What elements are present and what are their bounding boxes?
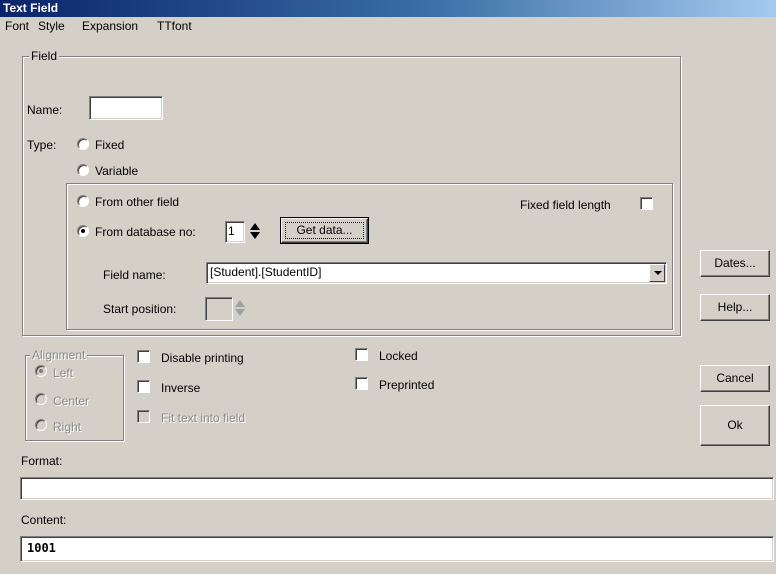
name-input[interactable] [89,96,163,120]
alignment-legend: Alignment [30,348,88,362]
from-database-radio[interactable] [77,225,89,237]
chevron-down-icon [654,271,662,275]
format-input[interactable] [20,477,774,500]
content-input[interactable]: 1001 [20,536,774,562]
align-left-radio [35,365,47,377]
spin-up-icon[interactable] [250,223,260,230]
menu-bar: Font Style Expansion TTfont [0,18,776,37]
field-group-legend: Field [29,49,60,63]
title-bar: Text Field [0,0,776,17]
fixed-field-length-checkbox[interactable] [640,197,653,210]
start-position-label: Start position: [103,302,177,316]
from-database-label: From database no: [95,225,196,239]
window-title: Text Field [3,1,59,15]
start-position-input[interactable] [205,297,233,321]
database-number-spinner[interactable] [249,223,261,240]
inverse-label: Inverse [161,381,201,395]
from-other-field-radio[interactable] [77,195,89,207]
align-right-radio [35,419,47,431]
content-label: Content: [21,513,67,527]
dates-button[interactable]: Dates... [700,250,770,277]
locked-label: Locked [379,349,418,363]
format-label: Format: [21,454,63,468]
database-number-input[interactable]: 1 [225,221,245,243]
spin-up-icon [235,300,245,307]
fit-text-checkbox [137,410,150,423]
type-variable-label: Variable [95,164,139,178]
field-name-combobox[interactable]: [Student].[StudentID] [206,262,667,284]
align-right-label: Right [53,420,82,434]
menu-style[interactable]: Style [37,18,66,37]
help-button[interactable]: Help... [700,294,770,321]
disable-printing-checkbox[interactable] [137,350,150,363]
menu-ttfont[interactable]: TTfont [156,18,193,37]
ok-button[interactable]: Ok [700,405,770,446]
get-data-button[interactable]: Get data... [280,217,369,244]
align-left-label: Left [53,366,74,380]
start-position-spinner [234,300,246,317]
combo-dropdown-button[interactable] [649,264,665,282]
locked-checkbox[interactable] [355,348,368,361]
type-variable-radio[interactable] [77,164,89,176]
align-center-label: Center [53,394,90,408]
field-name-label: Field name: [103,268,166,282]
preprinted-checkbox[interactable] [355,377,368,390]
type-label: Type: [27,138,57,152]
menu-expansion[interactable]: Expansion [81,18,139,37]
menu-font[interactable]: Font [4,18,30,37]
inverse-checkbox[interactable] [137,380,150,393]
name-label: Name: [27,103,63,117]
type-fixed-radio[interactable] [77,138,89,150]
fit-text-label: Fit text into field [161,411,246,425]
spin-down-icon[interactable] [250,232,260,239]
disable-printing-label: Disable printing [161,351,244,365]
from-other-field-label: From other field [95,195,180,209]
preprinted-label: Preprinted [379,378,435,392]
fixed-field-length-label: Fixed field length [520,198,611,212]
spin-down-icon [235,309,245,316]
cancel-button[interactable]: Cancel [700,365,770,392]
type-fixed-label: Fixed [95,138,125,152]
align-center-radio [35,393,47,405]
